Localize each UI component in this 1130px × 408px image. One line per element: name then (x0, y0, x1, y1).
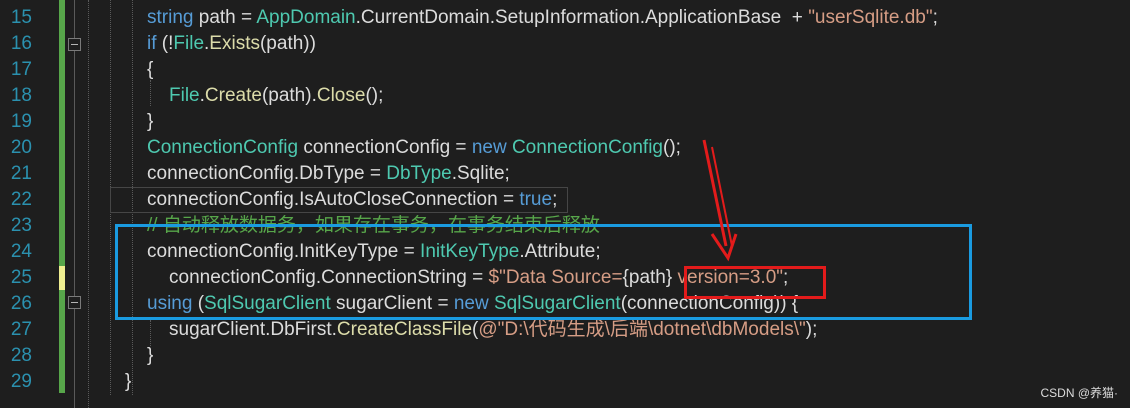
watermark: CSDN @养猫· (1040, 386, 1118, 400)
annotation-red-arrow (702, 139, 738, 262)
